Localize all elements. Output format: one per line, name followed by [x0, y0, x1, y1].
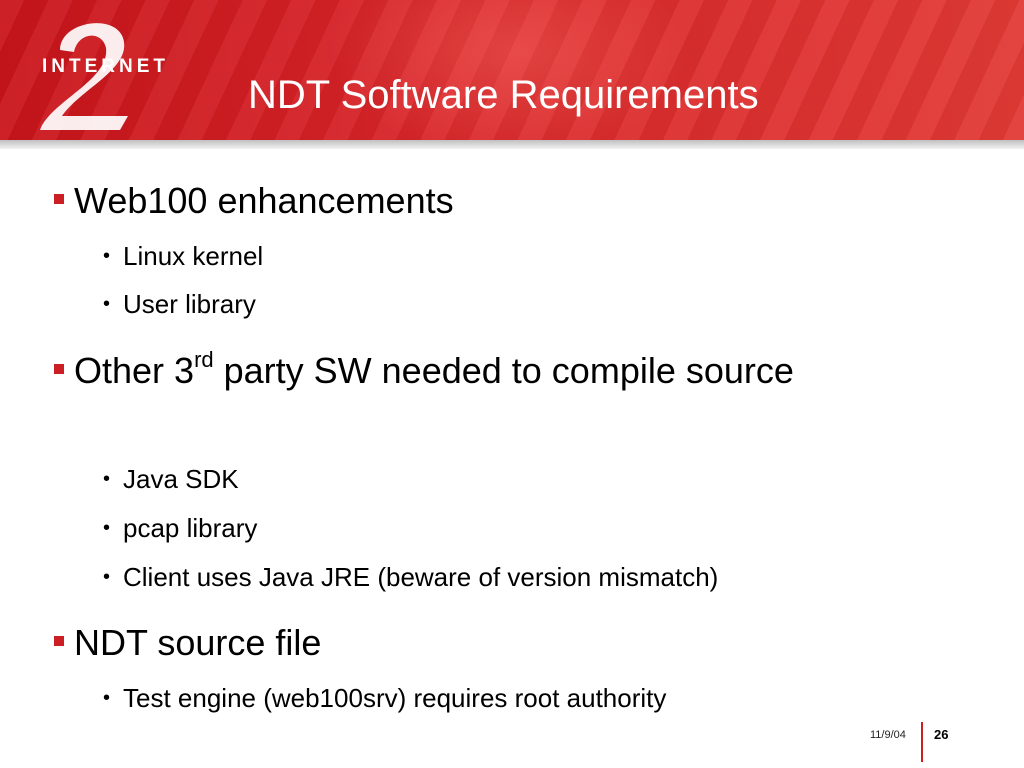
bullet-text: Other 3rd party SW needed to compile sou…	[74, 347, 874, 392]
round-bullet-icon: •	[103, 468, 111, 490]
round-bullet-icon: •	[103, 517, 111, 539]
sub-bullet-text: Linux kernel	[123, 241, 264, 271]
bullet-text: NDT source file	[74, 622, 322, 663]
bullet-superscript: rd	[194, 347, 214, 372]
round-bullet-icon: •	[103, 566, 111, 588]
bullet-text: Web100 enhancements	[74, 180, 454, 221]
slide-body: Web100 enhancements • Linux kernel • Use…	[0, 0, 1024, 768]
square-bullet-icon	[54, 636, 64, 646]
sub-bullet-text: Test engine (web100srv) requires root au…	[123, 683, 667, 713]
bullet-text-end: party SW needed to compile source	[213, 350, 794, 391]
sub-bullet-text: Client uses Java JRE (beware of version …	[123, 562, 719, 592]
sub-bullet-text: pcap library	[123, 513, 258, 543]
square-bullet-icon	[54, 194, 64, 204]
round-bullet-icon: •	[103, 293, 111, 315]
square-bullet-icon	[54, 364, 64, 374]
bullet-text-start: Other 3	[74, 350, 195, 391]
sub-bullet-text: Java SDK	[123, 464, 239, 494]
round-bullet-icon: •	[103, 245, 111, 267]
round-bullet-icon: •	[103, 687, 111, 709]
sub-bullet-text: User library	[123, 289, 256, 319]
